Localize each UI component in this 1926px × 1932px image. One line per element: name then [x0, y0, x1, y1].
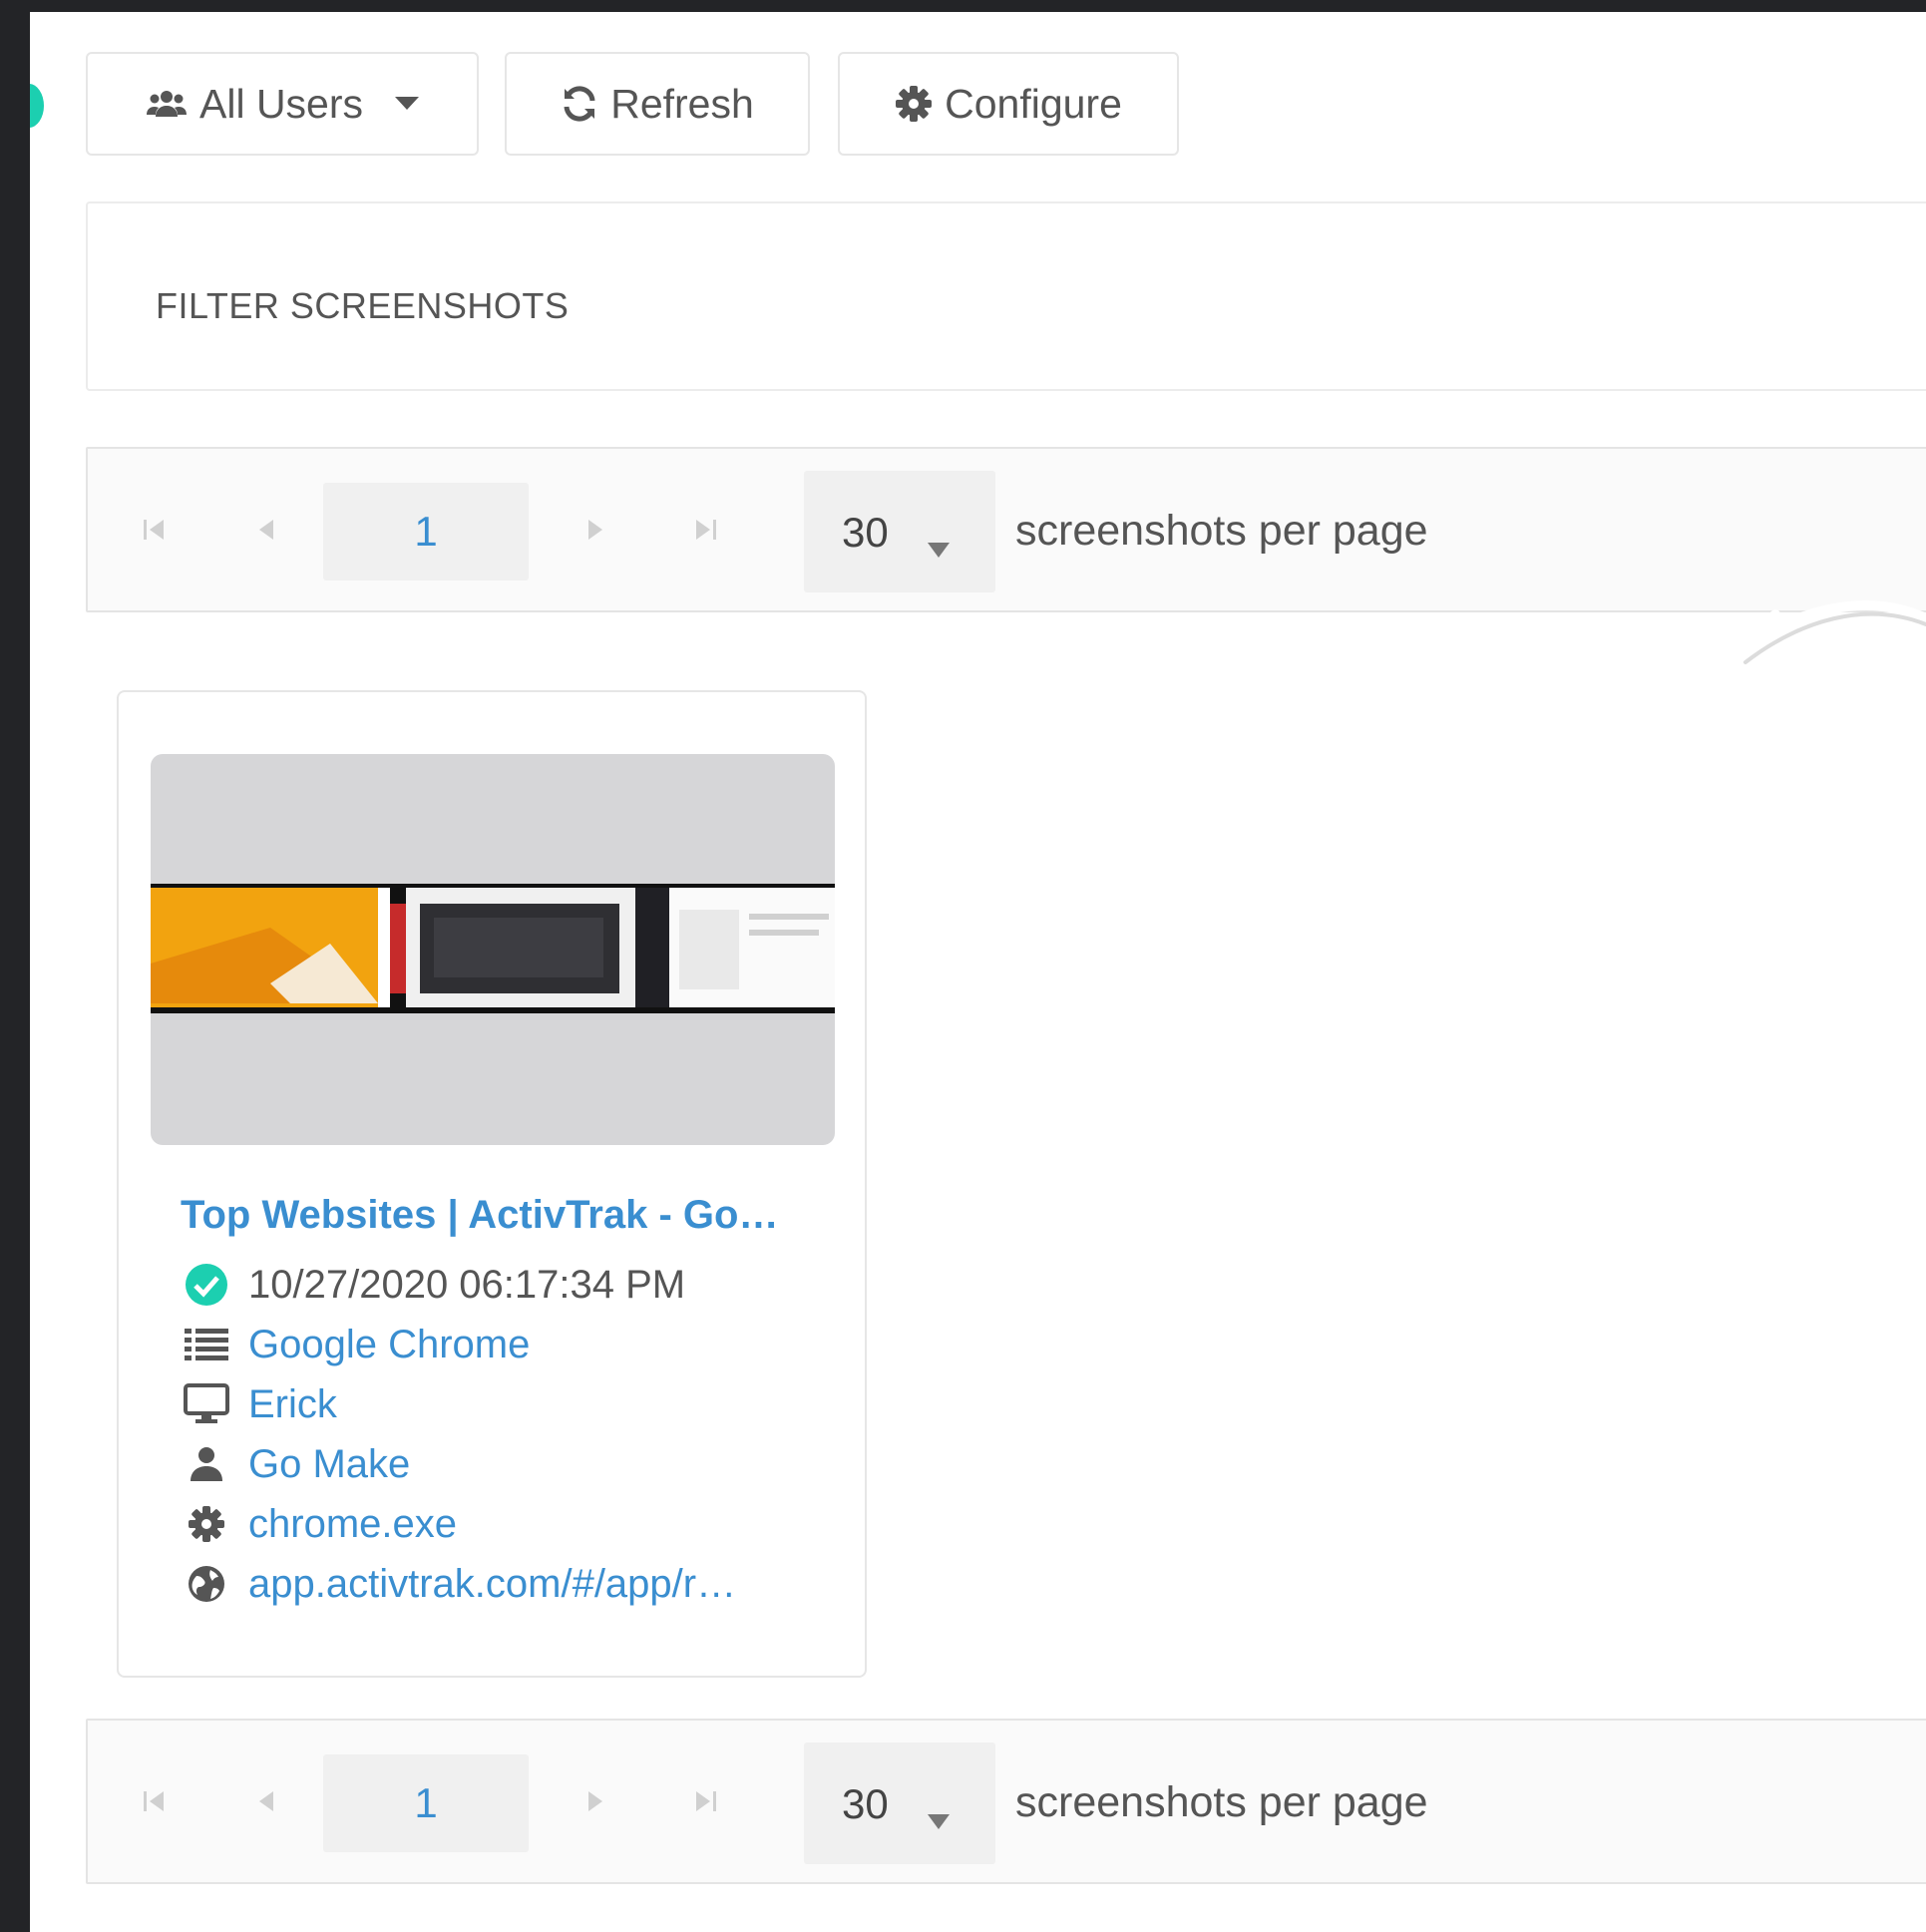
- per-page-value: 30: [842, 509, 889, 556]
- per-page-label: screenshots per page: [1015, 1778, 1428, 1826]
- application-link[interactable]: Google Chrome: [248, 1323, 530, 1367]
- configure-label: Configure: [945, 80, 1122, 127]
- next-page-icon[interactable]: [580, 513, 610, 547]
- executable-row: chrome.exe: [181, 1498, 457, 1550]
- first-page-icon[interactable]: [140, 513, 170, 547]
- all-users-dropdown[interactable]: All Users: [86, 52, 479, 156]
- filter-title: FILTER SCREENSHOTS: [156, 285, 570, 326]
- url-link[interactable]: app.activtrak.com/#/app/r…: [248, 1562, 736, 1607]
- check-circle-icon: [181, 1259, 232, 1311]
- pager-top: 1 30 screenshots per page: [86, 447, 1926, 612]
- prev-page-icon[interactable]: [251, 1784, 281, 1818]
- last-page-icon[interactable]: [690, 1784, 720, 1818]
- user-icon: [181, 1438, 232, 1490]
- per-page-select[interactable]: 30: [804, 471, 995, 592]
- per-page-value: 30: [842, 1780, 889, 1827]
- computer-row: Erick: [181, 1378, 337, 1430]
- last-page-icon[interactable]: [690, 513, 720, 547]
- user-row: Go Make: [181, 1438, 410, 1490]
- executable-link[interactable]: chrome.exe: [248, 1502, 457, 1547]
- computer-link[interactable]: Erick: [248, 1382, 337, 1427]
- list-icon: [181, 1319, 232, 1370]
- screenshot-title[interactable]: Top Websites | ActivTrak - Go…: [181, 1193, 799, 1238]
- gear-icon: [895, 85, 933, 123]
- filter-panel[interactable]: FILTER SCREENSHOTS: [86, 201, 1926, 391]
- caret-down-icon: [928, 1792, 950, 1840]
- current-page[interactable]: 1: [323, 1754, 529, 1852]
- per-page-select[interactable]: 30: [804, 1742, 995, 1864]
- current-page[interactable]: 1: [323, 483, 529, 580]
- pointer-arrow-icon: [1731, 600, 1926, 664]
- caret-down-icon: [928, 521, 950, 569]
- per-page-label: screenshots per page: [1015, 507, 1428, 555]
- user-link[interactable]: Go Make: [248, 1442, 410, 1487]
- next-page-icon[interactable]: [580, 1784, 610, 1818]
- refresh-label: Refresh: [610, 80, 754, 127]
- gear-icon: [181, 1498, 232, 1550]
- application-row: Google Chrome: [181, 1319, 530, 1370]
- url-row: app.activtrak.com/#/app/r…: [181, 1558, 736, 1610]
- status-indicator: [30, 84, 44, 128]
- monitor-icon: [181, 1378, 232, 1430]
- globe-icon: [181, 1558, 232, 1610]
- first-page-icon[interactable]: [140, 1784, 170, 1818]
- timestamp-row: 10/27/2020 06:17:34 PM: [181, 1259, 685, 1311]
- screenshot-card[interactable]: Top Websites | ActivTrak - Go… 10/27/202…: [117, 690, 867, 1678]
- caret-down-icon: [395, 97, 420, 111]
- all-users-label: All Users: [198, 80, 364, 127]
- timestamp: 10/27/2020 06:17:34 PM: [248, 1262, 686, 1307]
- screenshot-thumbnail[interactable]: [151, 754, 835, 1145]
- prev-page-icon[interactable]: [251, 513, 281, 547]
- main-panel: All Users Refresh Configure FILTER SCREE…: [30, 12, 1926, 1932]
- pager-bottom: 1 30 screenshots per page: [86, 1719, 1926, 1884]
- configure-button[interactable]: Configure: [838, 52, 1179, 156]
- users-icon: [146, 89, 188, 119]
- refresh-button[interactable]: Refresh: [505, 52, 810, 156]
- refresh-icon: [561, 85, 598, 123]
